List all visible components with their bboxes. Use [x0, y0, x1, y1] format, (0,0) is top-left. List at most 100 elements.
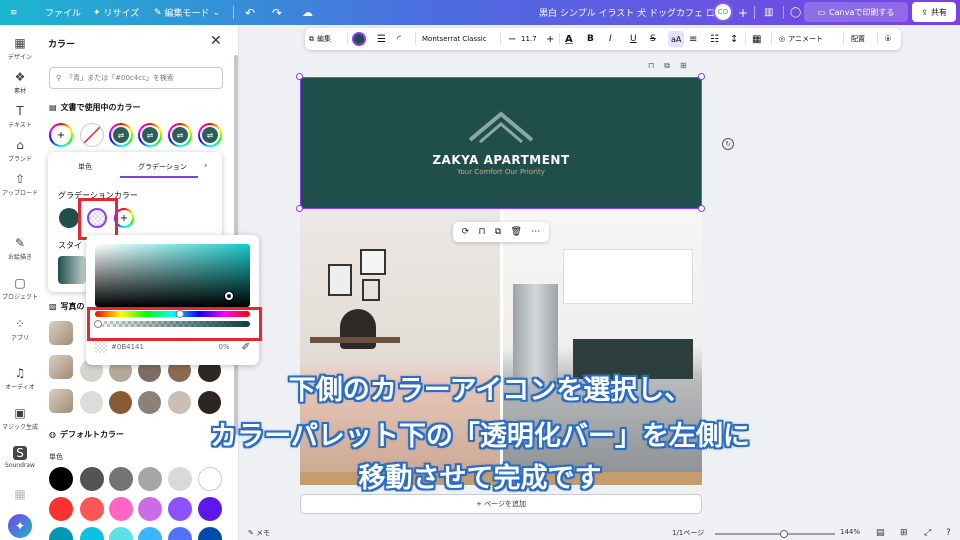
rail-projects[interactable]: ▢ プロジェクト [0, 276, 40, 301]
close-icon[interactable]: ✕ [210, 33, 222, 49]
default-color-swatch[interactable] [138, 497, 162, 521]
tab-solid[interactable]: 単色 [78, 162, 92, 172]
file-menu[interactable]: ファイル [45, 0, 81, 25]
page-count[interactable]: 1/1ページ [672, 528, 704, 538]
analytics-icon[interactable]: ▥ [764, 0, 773, 25]
cloud-save-icon[interactable]: ☁ [302, 0, 313, 25]
add-page-icon[interactable]: ⊞ [680, 61, 687, 71]
photo-thumbnail[interactable] [49, 355, 73, 379]
rail-draw[interactable]: ✎ お絵描き [0, 236, 40, 261]
print-button[interactable]: ▭ Canvaで印刷する [804, 2, 908, 22]
default-color-swatch[interactable] [168, 497, 192, 521]
rail-magic[interactable]: ▣ マジック生成 [0, 406, 40, 431]
rail-soundraw[interactable]: S Soundraw [0, 446, 40, 469]
strikethrough-icon[interactable]: S [650, 28, 656, 50]
hex-input[interactable]: #0B4141 [111, 343, 219, 351]
rail-audio[interactable]: ♫ オーディオ [0, 366, 40, 391]
menu-icon[interactable]: ≡ [10, 0, 18, 25]
rail-brand[interactable]: ⌂ ブランド [0, 138, 40, 163]
comment-icon[interactable]: ◯ [790, 0, 801, 25]
doc-color-swatch-2[interactable]: ⇌ [138, 123, 162, 147]
arrange-button[interactable]: 配置 [851, 28, 865, 50]
sv-handle[interactable] [225, 292, 233, 300]
edit-button[interactable]: ⧉ 編集 [309, 28, 331, 50]
paint-format-icon[interactable]: ⍟ [885, 28, 891, 50]
grid-view-icon[interactable]: ⊞ [900, 528, 908, 538]
photo-thumbnail[interactable] [49, 389, 73, 413]
font-select[interactable]: Montserrat Classic [422, 28, 487, 50]
decrease-size-icon[interactable]: − [508, 28, 516, 50]
opacity-input[interactable]: 0% [219, 343, 230, 351]
eyedropper-icon[interactable]: ✐ [242, 342, 250, 353]
doc-color-swatch-3[interactable]: ⇌ [168, 123, 192, 147]
underline-icon[interactable]: U [630, 28, 637, 50]
rail-extra[interactable]: ▦ [0, 487, 40, 503]
saturation-value-area[interactable] [95, 244, 250, 307]
duplicate-icon[interactable]: ⧉ [664, 61, 670, 71]
border-style-icon[interactable]: ☰ [377, 28, 386, 50]
default-color-swatch[interactable] [198, 527, 222, 540]
case-icon[interactable]: aA [668, 31, 685, 47]
zoom-slider[interactable] [715, 533, 835, 535]
edit-mode-button[interactable]: ✎ 編集モード ⌄ [154, 0, 220, 25]
resize-handle[interactable] [698, 205, 705, 212]
default-color-swatch[interactable] [80, 497, 104, 521]
redo-icon[interactable]: ↷ [272, 0, 282, 25]
italic-icon[interactable]: I [609, 28, 612, 50]
rail-design[interactable]: ▦ デザイン [0, 36, 40, 61]
rail-elements[interactable]: ❖ 素材 [0, 70, 40, 95]
zoom-level[interactable]: 144% [840, 528, 860, 536]
avatar[interactable]: CO [713, 2, 733, 22]
default-color-swatch[interactable] [80, 527, 104, 540]
more-icon[interactable]: ⋯ [531, 227, 540, 237]
default-color-swatch[interactable] [49, 467, 73, 491]
add-page-button[interactable]: + ページを追加 [300, 494, 702, 514]
list-icon[interactable]: ☷ [710, 28, 719, 50]
lock-icon[interactable]: ⊓ [648, 61, 654, 71]
resize-handle[interactable] [296, 205, 303, 212]
align-icon[interactable]: ≡ [689, 28, 697, 50]
gradient-style-option[interactable] [58, 256, 86, 284]
corner-radius-icon[interactable]: ◜ [397, 28, 401, 50]
rail-apps[interactable]: ⁘ アプリ [0, 317, 40, 342]
document-title[interactable]: 黒白 シンプル イラスト 犬 ドッグカフェ ロゴ [539, 0, 724, 25]
default-color-swatch[interactable] [198, 497, 222, 521]
fullscreen-icon[interactable]: ⤢ [924, 528, 931, 538]
tab-gradient[interactable]: グラデーション [138, 162, 187, 172]
rail-upload[interactable]: ⇧ アップロード [0, 172, 40, 197]
pages-view-icon[interactable]: ▤ [876, 528, 885, 538]
add-color-swatch[interactable]: + [49, 123, 73, 147]
default-color-swatch[interactable] [168, 527, 192, 540]
animate-button[interactable]: ◎ アニメート [779, 28, 823, 50]
text-color-icon[interactable]: A [565, 28, 573, 50]
gradient-stop-1[interactable] [59, 208, 79, 228]
resize-handle[interactable] [296, 73, 303, 80]
bold-icon[interactable]: B [587, 28, 594, 50]
default-color-swatch[interactable] [138, 527, 162, 540]
chevron-right-icon[interactable]: › [204, 161, 208, 171]
duplicate-icon[interactable]: ⧉ [495, 227, 501, 237]
font-size-input[interactable]: 11.7 [521, 28, 537, 50]
zoom-handle[interactable] [780, 530, 788, 538]
trash-icon[interactable]: 🗑 [511, 227, 522, 237]
doc-color-swatch-1[interactable]: ⇌ [109, 123, 133, 147]
fill-color-button[interactable] [352, 28, 366, 50]
color-search-input[interactable]: ⚲ 「青」または「#00c4cc」を検索 [49, 67, 223, 89]
help-icon[interactable]: ? [946, 528, 951, 538]
transparency-icon[interactable]: ▦ [752, 28, 761, 50]
resize-handle[interactable] [698, 73, 705, 80]
magic-assistant-button[interactable]: ✦ [8, 514, 32, 538]
rotate-icon[interactable]: ↻ [722, 138, 734, 150]
default-color-swatch[interactable] [109, 497, 133, 521]
transparent-swatch[interactable] [80, 123, 104, 147]
photo-thumbnail[interactable] [49, 321, 73, 345]
default-color-swatch[interactable] [49, 497, 73, 521]
default-color-swatch[interactable] [49, 527, 73, 540]
lock-icon[interactable]: ⊓ [478, 227, 485, 237]
doc-color-swatch-4[interactable]: ⇌ [198, 123, 222, 147]
default-color-swatch[interactable] [109, 527, 133, 540]
rail-text[interactable]: T テキスト [0, 104, 40, 129]
resize-button[interactable]: ✦ リサイズ [93, 0, 139, 25]
replace-icon[interactable]: ⟳ [462, 227, 470, 237]
share-button[interactable]: ⇪ 共有 [912, 2, 956, 22]
